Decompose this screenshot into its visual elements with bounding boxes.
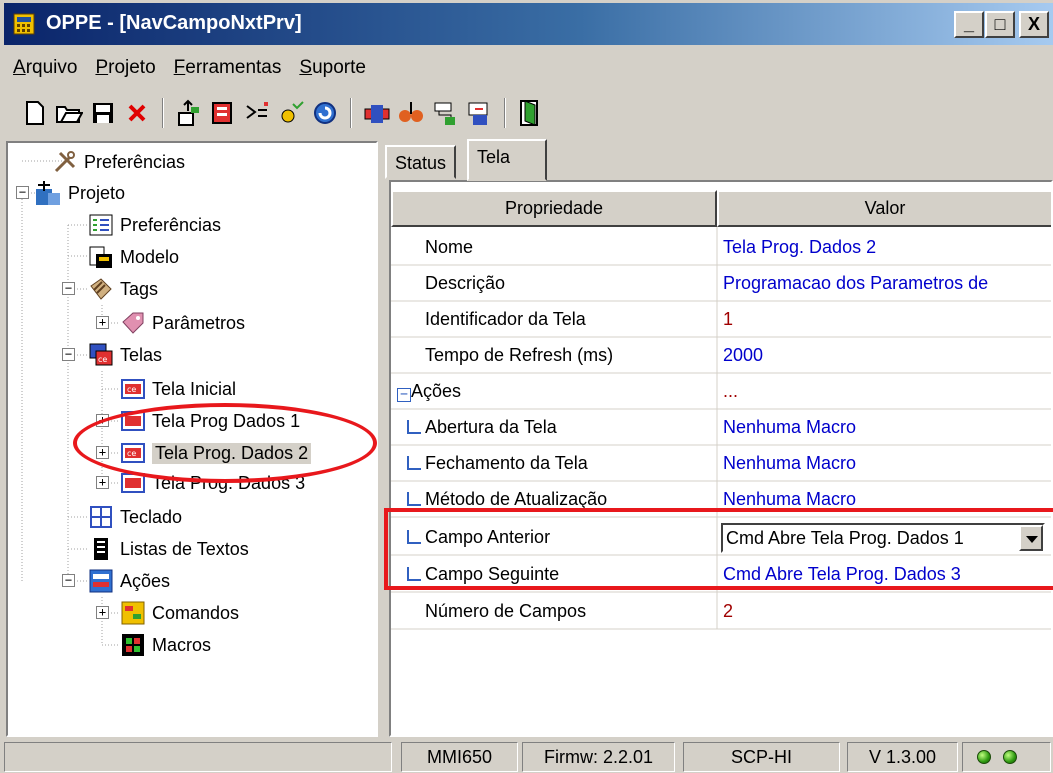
led-green-icon: [1003, 750, 1017, 764]
tree-item-parametros[interactable]: Parâmetros: [120, 308, 245, 338]
expand-toggle-icon[interactable]: +: [96, 446, 109, 459]
download-icon[interactable]: [206, 96, 240, 130]
tab-tela[interactable]: Tela: [467, 139, 547, 181]
text-list-icon: [94, 538, 108, 560]
tree-item-acoes[interactable]: Ações: [88, 566, 170, 596]
keyboard-icon: [90, 506, 112, 528]
expand-toggle-icon[interactable]: +: [96, 316, 109, 329]
expand-toggle-icon[interactable]: +: [96, 414, 109, 427]
app-icon: [13, 13, 35, 35]
toolbar-separator: [504, 98, 506, 128]
screen-icon: [121, 473, 145, 493]
tags-icon: [90, 278, 112, 300]
window-title: OPPE - [NavCampoNxtPrv]: [46, 12, 302, 34]
menu-bar: Arquivo Projeto Ferramentas Suporte: [4, 50, 375, 86]
toolbar-separator: [162, 98, 164, 128]
actions-icon: [89, 569, 113, 593]
delete-icon[interactable]: [120, 96, 154, 130]
svg-text:ce: ce: [127, 449, 136, 458]
status-bar: MMI650 Firmw: 2.2.01 SCP-HI V 1.3.00: [0, 740, 1053, 773]
status-protocol: SCP-HI: [683, 742, 840, 772]
svg-text:ce: ce: [98, 355, 107, 364]
tree-item-preferencias[interactable]: Preferências: [88, 210, 221, 240]
verify-icon[interactable]: [274, 96, 308, 130]
status-message: [4, 742, 392, 772]
menu-suporte[interactable]: Suporte: [290, 57, 375, 79]
project-tree[interactable]: Preferências − Projeto Preferências Mode…: [6, 141, 378, 737]
exit-icon[interactable]: [514, 96, 548, 130]
expand-toggle-icon[interactable]: +: [96, 606, 109, 619]
open-folder-icon[interactable]: [52, 96, 86, 130]
screens-icon: ce: [89, 343, 113, 366]
expand-toggle-icon[interactable]: +: [96, 476, 109, 489]
monitor-icon[interactable]: [462, 96, 496, 130]
menu-arquivo[interactable]: Arquivo: [4, 57, 86, 79]
macros-icon: [122, 634, 144, 656]
new-file-icon[interactable]: [18, 96, 52, 130]
tools-icon: [54, 151, 76, 173]
maximize-button[interactable]: □: [985, 11, 1015, 38]
tag-icon: [122, 312, 144, 334]
refresh-icon[interactable]: [308, 96, 342, 130]
upload-icon[interactable]: [172, 96, 206, 130]
property-grid[interactable]: Propriedade Valor Nome Tela Prog. Dados …: [389, 180, 1053, 737]
collapse-toggle-icon[interactable]: −: [62, 574, 75, 587]
tree-item-listas-de-textos[interactable]: Listas de Textos: [88, 534, 249, 564]
tree-item-tela-prog-dados-3[interactable]: Tela Prog. Dados 3: [120, 468, 305, 498]
commands-icon: [121, 601, 145, 625]
collapse-toggle-icon[interactable]: −: [16, 186, 29, 199]
tree-item-tela-inicial[interactable]: ce Tela Inicial: [120, 374, 236, 404]
status-version: V 1.3.00: [847, 742, 958, 772]
tree-item-projeto[interactable]: Projeto: [34, 178, 125, 208]
toolbar-separator: [350, 98, 352, 128]
checklist-icon: [89, 214, 113, 236]
device-icon[interactable]: [360, 96, 394, 130]
simulate-icon[interactable]: [428, 96, 462, 130]
collapse-toggle-icon[interactable]: −: [62, 282, 75, 295]
tree-item-macros[interactable]: Macros: [120, 630, 211, 660]
menu-projeto[interactable]: Projeto: [86, 57, 164, 79]
save-icon[interactable]: [86, 96, 120, 130]
title-bar[interactable]: OPPE - [NavCampoNxtPrv] _ □ X: [4, 3, 1053, 45]
tree-item-preferencias-root[interactable]: Preferências: [52, 147, 185, 177]
tree-item-telas[interactable]: ce Telas: [88, 340, 162, 370]
collapse-toggle-icon[interactable]: −: [62, 348, 75, 361]
tree-item-tela-prog-dados-1[interactable]: Tela Prog Dados 1: [120, 406, 300, 436]
tree-item-comandos[interactable]: Comandos: [120, 598, 239, 628]
project-icon: [36, 181, 60, 205]
toolbar: [18, 93, 548, 133]
svg-text:ce: ce: [127, 385, 136, 394]
tree-item-teclado[interactable]: Teclado: [88, 502, 182, 532]
tree-item-modelo[interactable]: Modelo: [88, 242, 179, 272]
screen-icon: ce: [121, 379, 145, 399]
screen-icon: [121, 411, 145, 431]
status-firmware: Firmw: 2.2.01: [522, 742, 675, 772]
grid-lines: [391, 227, 1051, 630]
menu-ferramentas[interactable]: Ferramentas: [165, 57, 291, 79]
led-green-icon: [977, 750, 991, 764]
status-leds: [962, 742, 1051, 772]
screen-icon: ce: [121, 443, 145, 463]
minimize-button[interactable]: _: [954, 11, 984, 38]
communication-icon[interactable]: [394, 96, 428, 130]
model-icon: [89, 246, 112, 268]
tab-status[interactable]: Status: [385, 145, 457, 179]
close-button[interactable]: X: [1019, 11, 1049, 38]
tree-item-tela-prog-dados-2[interactable]: ce Tela Prog. Dados 2: [120, 438, 312, 468]
status-model: MMI650: [401, 742, 518, 772]
application-window: OPPE - [NavCampoNxtPrv] _ □ X Arquivo Pr…: [0, 0, 1053, 773]
compile-icon[interactable]: [240, 96, 274, 130]
tree-item-tags[interactable]: Tags: [88, 274, 158, 304]
